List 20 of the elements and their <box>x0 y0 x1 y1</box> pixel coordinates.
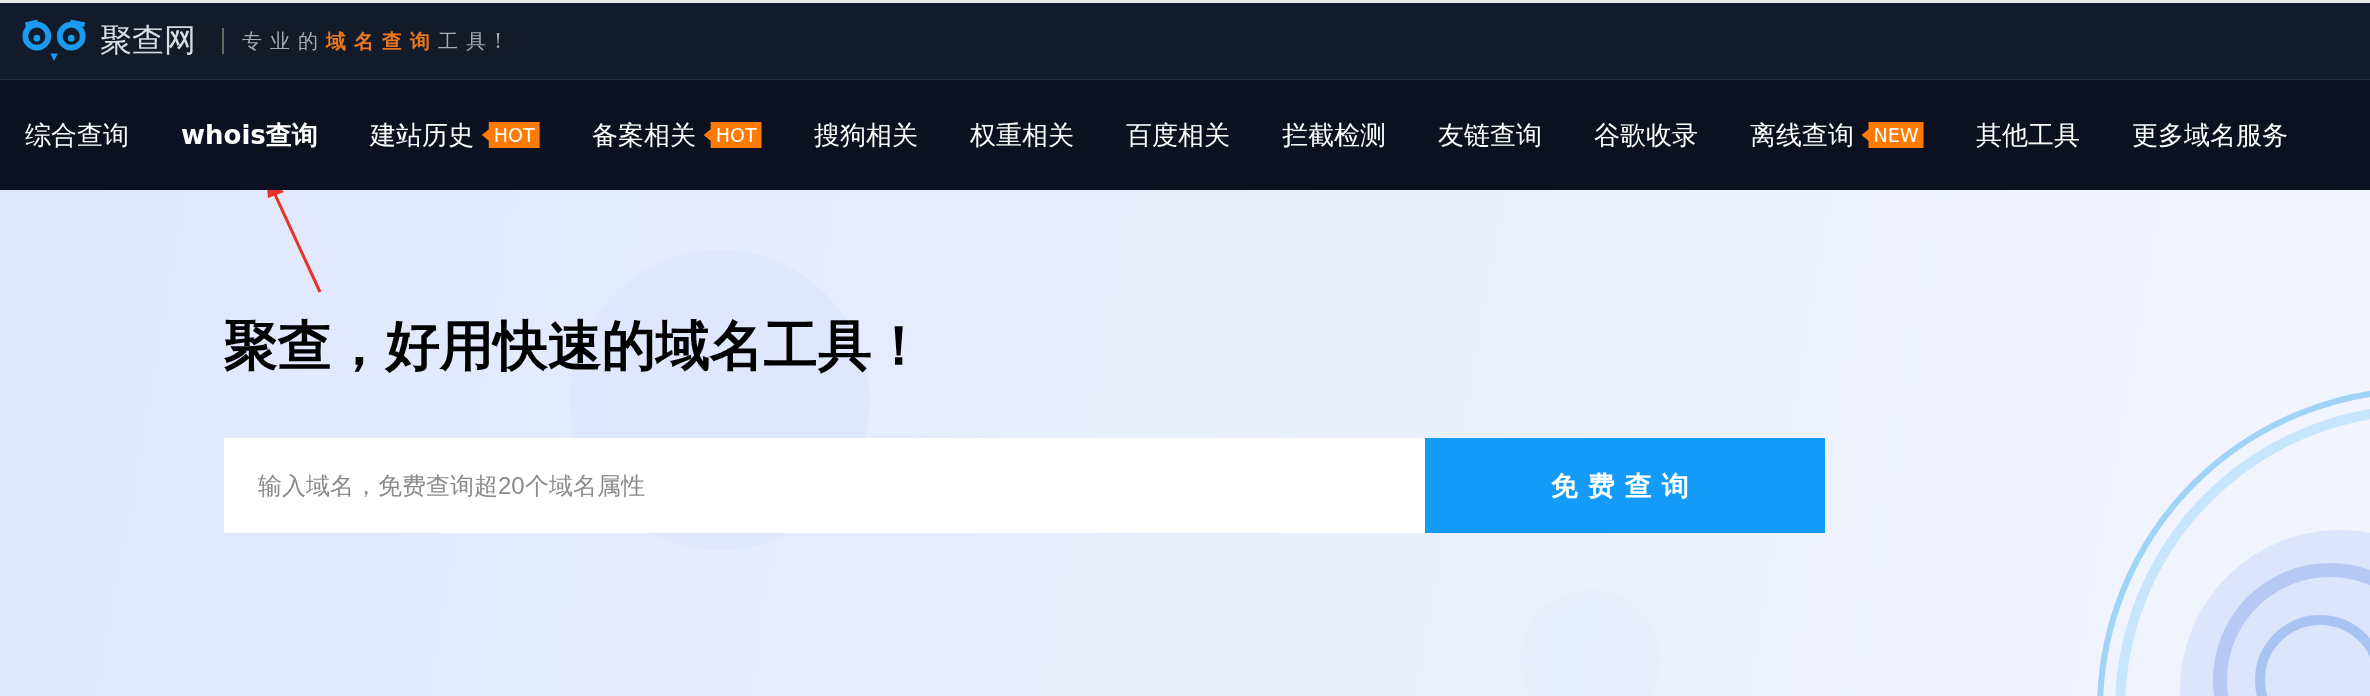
nav-link[interactable]: 建站历史 <box>369 117 474 153</box>
nav-link[interactable]: 离线查询 <box>1749 117 1854 153</box>
nav-link[interactable]: 搜狗相关 <box>813 117 918 153</box>
domain-search-field[interactable]: 输入域名，免费查询超20个域名属性 <box>224 438 1425 533</box>
nav-link[interactable]: 权重相关 <box>969 117 1074 153</box>
logo-text[interactable]: 聚查网 <box>100 19 196 63</box>
nav-link[interactable]: 更多域名服务 <box>2131 117 2288 153</box>
nav-link[interactable]: whois查询 <box>181 117 318 153</box>
nav-link[interactable]: 友链查询 <box>1437 117 1542 153</box>
nav-link[interactable]: 备案相关 <box>591 117 696 153</box>
hero-title: 聚查，好用快速的域名工具！ <box>224 313 927 379</box>
nav-link[interactable]: 拦截检测 <box>1281 117 1386 153</box>
slogan: 专业的 域名查询 工具! <box>242 27 511 55</box>
nav-link[interactable]: 百度相关 <box>1125 117 1230 153</box>
nav-link[interactable]: 综合查询 <box>25 117 129 153</box>
tag-badge: HOT <box>481 122 540 148</box>
tag-badge: HOT <box>703 122 762 148</box>
nav-link[interactable]: 其他工具 <box>1975 117 2080 153</box>
tag-badge: NEW <box>1861 122 1924 148</box>
nav-link[interactable]: 谷歌收录 <box>1593 117 1698 153</box>
